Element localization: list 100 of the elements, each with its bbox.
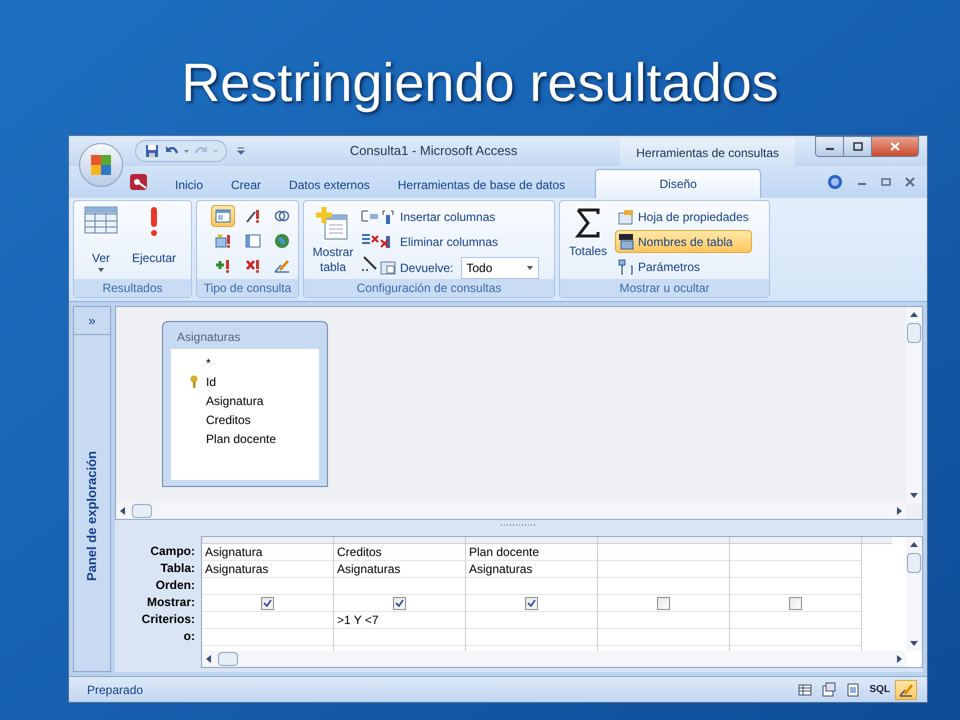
datasheet-view-icon — [797, 682, 814, 698]
wand-icon — [244, 208, 261, 224]
ribbon-tab[interactable]: Inicio — [161, 172, 218, 198]
grid-cell[interactable]: Asignaturas — [205, 560, 268, 578]
ribbon-tab[interactable]: Crear — [217, 172, 276, 198]
checkbox[interactable] — [261, 596, 274, 610]
row-label: Orden: — [156, 577, 195, 594]
insert-columns-button[interactable]: Insertar columnas — [380, 207, 540, 227]
field-name[interactable]: * — [206, 354, 211, 372]
vertical-scrollbar[interactable] — [906, 307, 922, 503]
checkbox[interactable] — [657, 596, 670, 610]
rings-icon — [274, 208, 290, 224]
horizontal-scrollbar[interactable] — [116, 503, 906, 519]
grid-cell[interactable]: Asignaturas — [337, 560, 400, 578]
return-dropdown[interactable]: Todo — [461, 257, 540, 279]
expand-pane-button[interactable]: » — [74, 307, 110, 335]
row-label: Tabla: — [160, 560, 195, 577]
ribbon-tab[interactable]: Diseño — [595, 169, 762, 198]
design-view-icon — [898, 682, 914, 698]
property-sheet-icon — [618, 208, 634, 224]
field-label: Devuelve: — [400, 260, 454, 277]
totals-button[interactable]: Totales — [564, 205, 612, 261]
query-type-button[interactable] — [211, 205, 235, 227]
caret-icon — [526, 265, 534, 271]
table-add-icon — [316, 205, 350, 241]
help-icon — [827, 174, 843, 190]
navigation-pane-label[interactable]: Panel de exploración — [82, 450, 102, 581]
status-text: Preparado — [86, 682, 144, 698]
checkmark-icon — [395, 598, 404, 608]
access-key-icon — [129, 172, 149, 192]
view-button[interactable] — [895, 680, 917, 700]
caret-icon — [97, 267, 105, 273]
grid-cell[interactable]: Creditos — [337, 543, 382, 561]
close-icon — [890, 142, 900, 151]
field-name[interactable]: Plan docente — [206, 430, 276, 448]
scroll-thumb[interactable] — [907, 553, 921, 573]
row-label: Criterios: — [142, 611, 195, 628]
show-hide-button[interactable]: Parámetros — [615, 255, 752, 278]
save-icon — [144, 143, 160, 159]
delete-columns-button[interactable]: Eliminar columnas — [380, 232, 540, 252]
row-label: o: — [184, 628, 195, 645]
field-name[interactable]: Id — [206, 372, 216, 390]
field-name[interactable]: Creditos — [206, 410, 251, 428]
table-title: Asignaturas — [176, 329, 242, 346]
view-button[interactable]: Ver — [78, 205, 124, 273]
parameters-icon — [618, 258, 634, 274]
grid-cell[interactable]: Plan docente — [469, 543, 540, 561]
sql-view-button[interactable]: SQL — [866, 680, 893, 700]
office-logo-icon — [90, 154, 112, 176]
grid-cell[interactable]: Asignatura — [205, 543, 262, 561]
table-field-list[interactable]: Asignaturas * Id Asignatura Creditos Plan docente — [162, 321, 328, 487]
show-hide-button[interactable]: Nombres de tabla — [615, 230, 752, 253]
group-label: Configuración de consultas — [356, 280, 502, 297]
close-button[interactable] — [872, 137, 918, 156]
scroll-thumb[interactable] — [132, 504, 152, 518]
checkmark-icon — [263, 598, 272, 608]
restore-icon — [881, 177, 891, 187]
table-make-icon — [215, 233, 231, 249]
table-names-icon — [618, 234, 634, 250]
pencil-icon — [274, 258, 290, 274]
pivot-table-icon — [821, 682, 838, 698]
select-query-icon — [215, 208, 231, 224]
checkbox[interactable] — [393, 596, 406, 610]
grid-cell[interactable]: >1 Y <7 — [337, 611, 379, 629]
delete-query-icon — [244, 258, 261, 274]
window-icon — [244, 233, 261, 249]
globe-icon — [274, 233, 290, 249]
horizontal-scrollbar[interactable] — [202, 651, 906, 667]
grid-cell[interactable]: Asignaturas — [469, 560, 532, 578]
group-label: Tipo de consulta — [204, 280, 292, 297]
minimize-button[interactable] — [816, 137, 844, 156]
checkmark-icon — [527, 598, 536, 608]
row-label: Campo: — [150, 543, 195, 560]
scroll-thumb[interactable] — [907, 323, 921, 343]
row-label: Mostrar: — [146, 594, 195, 611]
contextual-tab-title: Herramientas de consultas — [620, 138, 795, 168]
pivot-chart-icon — [845, 682, 862, 698]
show-hide-button[interactable]: Hoja de propiedades — [615, 205, 752, 228]
return-values-icon — [380, 260, 396, 276]
caret-icon — [184, 150, 189, 152]
ribbon-tab[interactable]: Herramientas de base de datos — [384, 172, 580, 198]
run-button[interactable]: Ejecutar — [124, 205, 184, 267]
show-table-button[interactable]: Mostrar tabla — [308, 205, 358, 275]
caret-icon — [213, 150, 218, 152]
checkbox[interactable] — [789, 596, 802, 610]
restore-icon — [852, 142, 862, 151]
group-label: Resultados — [102, 280, 163, 297]
sigma-icon — [574, 206, 602, 240]
field-name[interactable]: Asignatura — [206, 392, 264, 410]
window-title: Consulta1 - Microsoft Access — [348, 142, 518, 160]
close-icon — [905, 177, 915, 187]
insert-columns-icon — [380, 209, 396, 225]
plus-query-icon — [215, 258, 231, 274]
maximize-button[interactable] — [844, 137, 872, 156]
vertical-scrollbar[interactable] — [906, 537, 922, 651]
slide-title: Restringiendo resultados — [180, 52, 780, 115]
group-label: Mostrar u ocultar — [619, 280, 710, 297]
scroll-thumb[interactable] — [218, 652, 238, 666]
ribbon-tab[interactable]: Datos externos — [275, 172, 384, 198]
checkbox[interactable] — [525, 596, 538, 610]
